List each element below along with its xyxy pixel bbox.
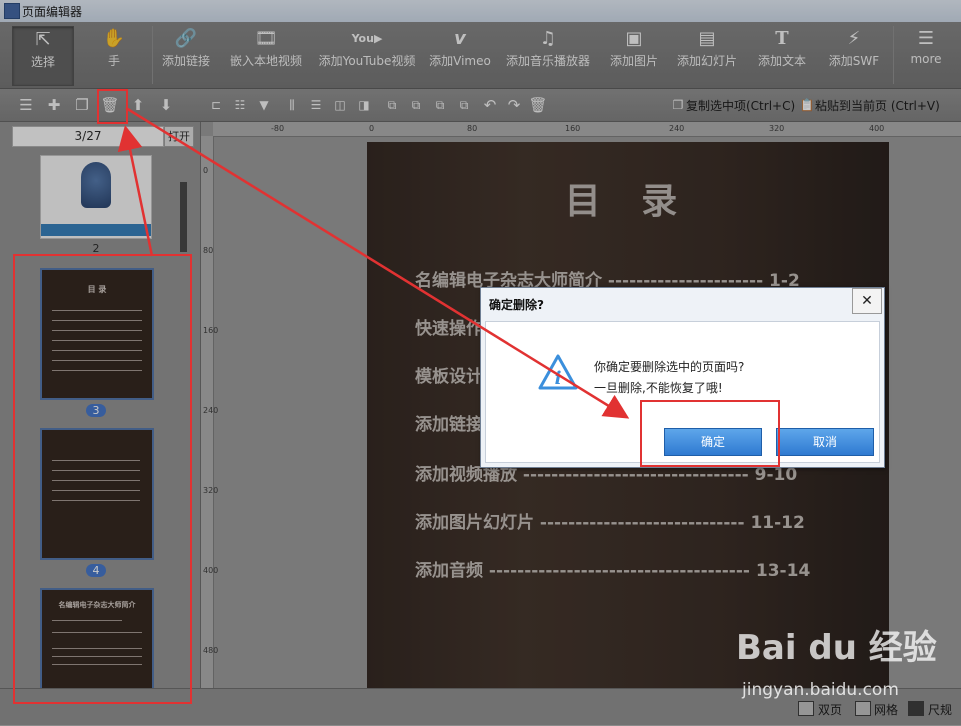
baidu-watermark-url: jingyan.baidu.com <box>742 680 899 700</box>
baidu-watermark-logo: Bai du 经验 <box>736 628 937 668</box>
annotation-arrows <box>117 106 630 419</box>
